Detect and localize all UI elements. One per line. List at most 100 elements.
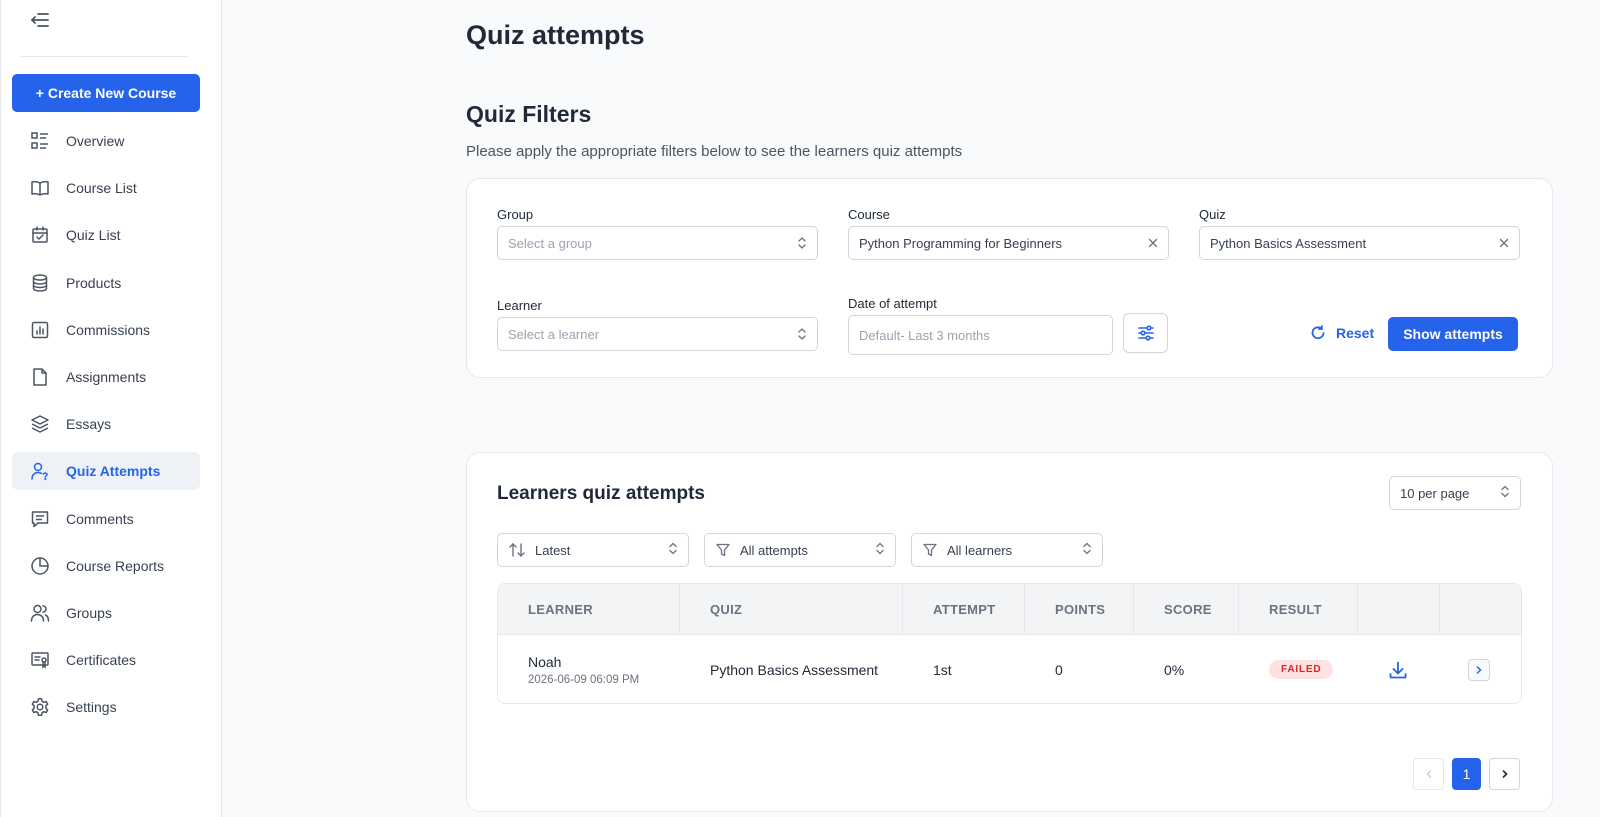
- sidebar-item-course-reports[interactable]: Course Reports: [12, 547, 200, 585]
- table-header: LEARNER QUIZ ATTEMPT POINTS SCORE RESULT: [498, 584, 1521, 635]
- sidebar-item-label: Quiz Attempts: [66, 463, 161, 480]
- clear-quiz-icon[interactable]: [1499, 238, 1509, 248]
- attempts-filter-select[interactable]: All attempts: [704, 533, 896, 567]
- learners-filter-value: All learners: [947, 542, 1013, 558]
- chevron-up-down-icon: [875, 542, 885, 559]
- sidebar-item-essays[interactable]: Essays: [12, 405, 200, 443]
- users-icon: [29, 602, 51, 624]
- course-value: Python Programming for Beginners: [859, 235, 1063, 251]
- sidebar-item-label: Quiz List: [66, 227, 121, 244]
- chevron-left-icon: [1424, 769, 1434, 779]
- column-header-result: RESULT: [1239, 584, 1358, 634]
- attempts-table: LEARNER QUIZ ATTEMPT POINTS SCORE RESULT…: [497, 583, 1522, 704]
- sidebar-item-quiz-attempts[interactable]: Quiz Attempts: [12, 452, 200, 491]
- group-label: Group: [497, 207, 534, 222]
- chevron-up-down-icon: [797, 236, 807, 250]
- attempt-cell: 1st: [933, 661, 952, 678]
- sidebar-item-label: Assignments: [66, 368, 147, 385]
- download-icon[interactable]: [1388, 660, 1408, 680]
- reset-icon: [1310, 325, 1326, 341]
- sidebar-item-label: Overview: [66, 133, 125, 149]
- attempts-filter-value: All attempts: [740, 542, 808, 558]
- chevron-up-down-icon: [797, 327, 807, 341]
- layers-icon: [29, 413, 51, 435]
- results-card: Learners quiz attempts 10 per page Lates…: [466, 452, 1553, 812]
- filters-subtitle: Please apply the appropriate filters bel…: [466, 143, 963, 160]
- column-header-learner: LEARNER: [498, 584, 680, 634]
- sort-value: Latest: [535, 542, 571, 558]
- sidebar: + Create New Course Overview Course List…: [0, 0, 222, 817]
- status-badge: FAILED: [1269, 660, 1334, 679]
- file-icon: [29, 366, 51, 388]
- results-title: Learners quiz attempts: [497, 483, 705, 504]
- sidebar-item-label: Products: [66, 274, 122, 291]
- column-header-points: POINTS: [1025, 584, 1134, 634]
- sidebar-item-overview[interactable]: Overview: [12, 122, 200, 160]
- sidebar-item-course-list[interactable]: Course List: [12, 169, 200, 207]
- table-row: Noah 2026-06-09 06:09 PM Python Basics A…: [498, 635, 1521, 703]
- filters-title: Quiz Filters: [466, 101, 592, 127]
- reset-button[interactable]: Reset: [1310, 320, 1374, 346]
- sidebar-item-label: Comments: [66, 510, 134, 527]
- date-settings-button[interactable]: [1123, 313, 1168, 353]
- quiz-select[interactable]: Python Basics Assessment: [1199, 226, 1520, 260]
- sidebar-item-certificates[interactable]: Certificates: [12, 641, 200, 679]
- filters-card: Group Select a group Course Python Progr…: [466, 178, 1553, 378]
- previous-page-button[interactable]: [1413, 758, 1444, 790]
- sidebar-nav: Overview Course List Quiz List Products …: [12, 122, 200, 735]
- calendar-check-icon: [29, 224, 51, 246]
- clear-course-icon[interactable]: [1148, 238, 1158, 248]
- chevron-right-icon: [1474, 665, 1484, 675]
- show-attempts-button[interactable]: Show attempts: [1388, 317, 1518, 351]
- course-select[interactable]: Python Programming for Beginners: [848, 226, 1169, 260]
- user-question-icon: [29, 460, 51, 482]
- column-header-quiz: QUIZ: [680, 584, 903, 634]
- next-page-button[interactable]: [1489, 758, 1520, 790]
- sort-select[interactable]: Latest: [497, 533, 689, 567]
- page-title: Quiz attempts: [466, 20, 645, 50]
- date-input[interactable]: Default- Last 3 months: [848, 315, 1113, 355]
- result-cell: FAILED: [1239, 635, 1358, 703]
- group-select[interactable]: Select a group: [497, 226, 818, 260]
- sidebar-item-commissions[interactable]: Commissions: [12, 311, 200, 349]
- filter-icon: [715, 542, 731, 558]
- pie-chart-icon: [29, 555, 51, 577]
- certificate-icon: [29, 649, 51, 671]
- sidebar-item-products[interactable]: Products: [12, 264, 200, 302]
- column-header-download: [1358, 584, 1440, 634]
- reset-label: Reset: [1336, 325, 1375, 341]
- learner-cell: Noah 2026-06-09 06:09 PM: [498, 635, 680, 703]
- collapse-sidebar-icon[interactable]: [28, 8, 52, 32]
- column-header-open: [1440, 584, 1521, 634]
- create-new-course-button[interactable]: + Create New Course: [12, 74, 200, 112]
- chevron-up-down-icon: [668, 542, 678, 559]
- page-button-current[interactable]: 1: [1452, 758, 1481, 790]
- column-header-score: SCORE: [1134, 584, 1239, 634]
- open-attempt-button[interactable]: [1468, 658, 1490, 681]
- sidebar-item-settings[interactable]: Settings: [12, 688, 200, 726]
- sidebar-item-assignments[interactable]: Assignments: [12, 358, 200, 396]
- column-header-attempt: ATTEMPT: [903, 584, 1025, 634]
- overview-icon: [29, 130, 51, 152]
- chevron-up-down-icon: [1082, 542, 1092, 559]
- sidebar-item-groups[interactable]: Groups: [12, 594, 200, 632]
- comment-icon: [29, 508, 51, 530]
- sidebar-item-label: Essays: [66, 416, 112, 433]
- sidebar-item-quiz-list[interactable]: Quiz List: [12, 216, 200, 254]
- learner-name: Noah: [528, 653, 562, 670]
- gear-icon: [29, 696, 51, 718]
- learner-label: Learner: [497, 298, 542, 313]
- quiz-value: Python Basics Assessment: [1210, 235, 1367, 251]
- learners-filter-select[interactable]: All learners: [911, 533, 1103, 567]
- download-cell: [1358, 635, 1440, 703]
- chevron-right-icon: [1500, 769, 1510, 779]
- learner-placeholder: Select a learner: [508, 326, 600, 342]
- database-icon: [29, 272, 51, 294]
- learner-select[interactable]: Select a learner: [497, 317, 818, 351]
- course-label: Course: [848, 207, 890, 222]
- quiz-label: Quiz: [1199, 207, 1226, 222]
- sidebar-item-label: Course Reports: [66, 557, 165, 574]
- sort-arrows-icon: [508, 542, 526, 558]
- per-page-select[interactable]: 10 per page: [1389, 476, 1521, 510]
- sidebar-item-comments[interactable]: Comments: [12, 500, 200, 538]
